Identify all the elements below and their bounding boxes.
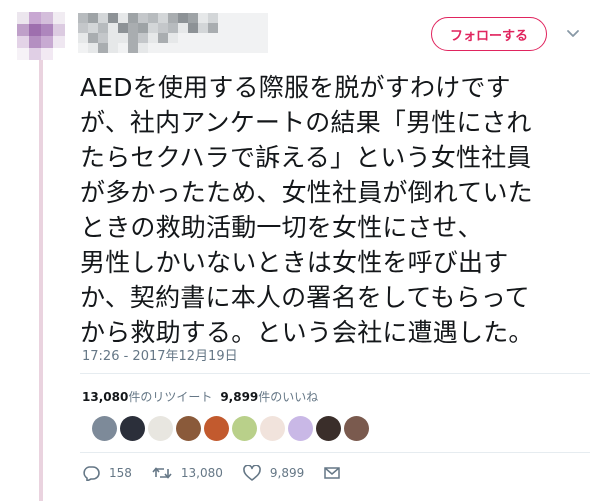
reply-icon [83,466,100,481]
reply-button[interactable]: 158 [82,465,132,481]
retweet-count: 13,080 [180,466,223,480]
liker-avatar[interactable] [260,416,285,441]
reply-count: 158 [109,466,132,480]
user-name-blurred[interactable] [78,13,268,53]
tweet-text-line: たらセクハラで訴える」という女性社員 [80,143,532,172]
liker-avatar[interactable] [344,416,369,441]
tweet-text-line: が、社内アンケートの結果「男性にされ [80,108,532,137]
likes-label: 件のいいね [258,390,319,404]
tweet-text-line: か、契約書に本人の署名をしてもらって [80,283,530,312]
liker-avatars [92,416,369,441]
like-button[interactable]: 9,899 [243,465,304,481]
liker-avatar[interactable] [176,416,201,441]
tweet-stats: 13,080件のリツイート 9,899件のいいね [82,388,318,405]
tweet-text-line: 男性しかいないときは女性を呼び出す [80,248,509,277]
retweets-label: 件のリツイート [128,390,213,404]
like-count: 9,899 [269,466,305,480]
retweet-stat[interactable]: 13,080件のリツイート [82,388,212,405]
follow-button[interactable]: フォローする [431,17,547,51]
tweet-text: AEDを使用する際服を脱がすわけです が、社内アンケートの結果「男性にされ たら… [80,70,580,350]
liker-avatar[interactable] [288,416,313,441]
retweet-icon [152,467,172,479]
divider [80,373,590,374]
chevron-down-icon[interactable] [565,27,581,41]
tweet-text-line: AEDを使用する際服を脱がすわけです [80,73,511,102]
retweets-count: 13,080 [82,390,129,404]
like-stat[interactable]: 9,899件のいいね [220,388,318,405]
tweet-actions: 158 13,080 9,899 [82,465,369,481]
direct-message-button[interactable] [324,466,349,480]
liker-avatar[interactable] [148,416,173,441]
heart-icon [243,465,261,481]
liker-avatar[interactable] [316,416,341,441]
likes-count: 9,899 [220,390,259,404]
envelope-icon [324,467,341,479]
tweet-text-line: ときの救助活動一切を女性にさせ、 [80,213,483,242]
liker-avatar[interactable] [232,416,257,441]
tweet-timestamp[interactable]: 17:26 - 2017年12月19日 [82,345,238,364]
retweet-button[interactable]: 13,080 [152,465,223,481]
tweet-text-line: が多かったため、女性社員が倒れていた [80,178,533,207]
liker-avatar[interactable] [204,416,229,441]
avatar[interactable] [17,12,65,60]
divider [80,452,590,453]
liker-avatar[interactable] [120,416,145,441]
liker-avatar[interactable] [92,416,117,441]
thread-line [39,60,43,501]
